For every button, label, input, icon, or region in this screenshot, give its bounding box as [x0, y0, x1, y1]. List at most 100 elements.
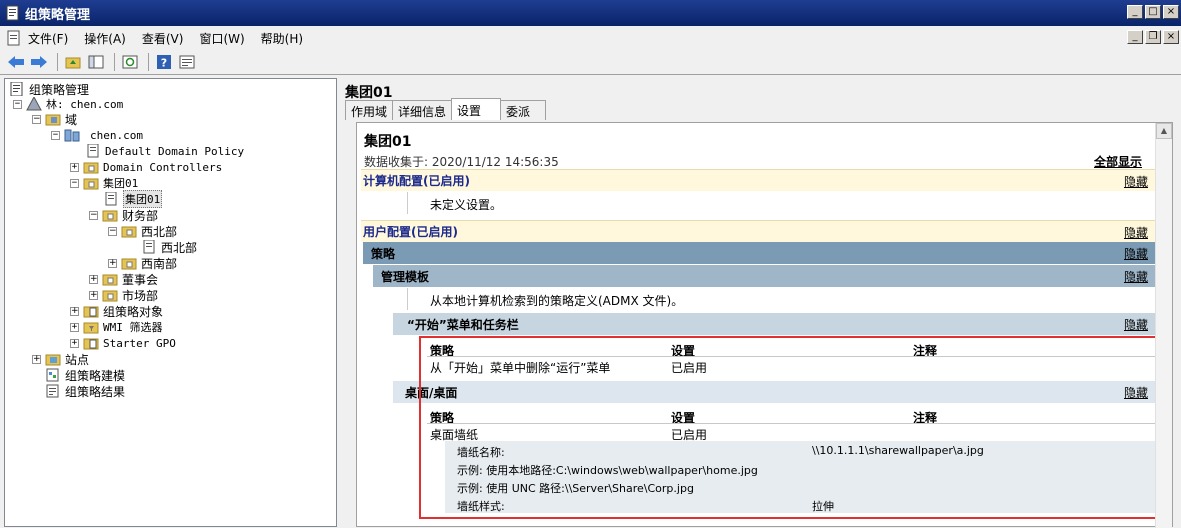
expand-toggle[interactable]: + — [70, 306, 79, 316]
domain-icon — [64, 129, 80, 142]
selected-tree-label: 集团01 — [123, 190, 163, 208]
tree-label: 西北部 — [161, 240, 198, 255]
tree-label: 西北部 — [141, 224, 178, 239]
tree-item-finance[interactable]: − 财务部 — [89, 207, 158, 223]
tab-delegation[interactable]: 委派 — [500, 100, 547, 120]
expand-toggle[interactable]: + — [70, 162, 79, 172]
forward-button[interactable] — [29, 53, 49, 71]
tree-item-market[interactable]: + 市场部 — [89, 287, 158, 303]
tab-strip: 作用域 详细信息 设置 委派 — [345, 98, 547, 121]
tree-item-gpmc-root[interactable]: 组策略管理 — [9, 81, 89, 97]
tree-item-domain-chen[interactable]: − chen.com — [51, 127, 143, 143]
tree-item-gp-results[interactable]: 组策略结果 — [45, 383, 125, 399]
tree-item-domain-controllers[interactable]: + Domain Controllers — [70, 159, 222, 175]
tree-label: Domain Controllers — [103, 160, 223, 174]
tree-item-default-domain-policy[interactable]: Default Domain Policy — [85, 143, 244, 159]
tree-label: 林: chen.com — [46, 98, 124, 111]
tree-label: Starter GPO — [103, 336, 176, 350]
tree-label: 组策略结果 — [65, 384, 126, 399]
admin-templates-header[interactable]: 管理模板 隐藏 — [373, 265, 1156, 287]
report-title: 集团01 — [364, 134, 412, 150]
collapse-toggle[interactable]: − — [108, 226, 117, 236]
domains-folder-icon — [45, 114, 61, 126]
tree-item-sites[interactable]: + 站点 — [32, 351, 89, 367]
vertical-scrollbar[interactable]: ▲ — [1155, 123, 1172, 528]
ou-folder-icon — [83, 178, 99, 190]
back-button[interactable] — [6, 53, 26, 71]
collapse-toggle[interactable]: − — [13, 99, 22, 109]
refresh-button[interactable] — [120, 53, 140, 71]
up-folder-button[interactable] — [63, 53, 83, 71]
computer-config-header[interactable]: 计算机配置(已启用) 隐藏 — [361, 169, 1156, 191]
maximize-button[interactable]: □ — [1145, 5, 1161, 19]
tree-label: 站点 — [65, 352, 90, 367]
gpo-link-icon — [143, 240, 155, 254]
collapse-toggle[interactable]: − — [51, 130, 60, 140]
collapse-toggle[interactable]: − — [89, 210, 98, 220]
collapse-toggle[interactable]: − — [70, 178, 79, 188]
mdi-restore-button[interactable]: ❐ — [1145, 30, 1161, 44]
scroll-up-arrow-icon[interactable]: ▲ — [1156, 123, 1172, 139]
expand-toggle[interactable]: + — [89, 274, 98, 284]
hide-link[interactable]: 隐藏 — [1124, 173, 1148, 190]
expand-toggle[interactable]: + — [89, 290, 98, 300]
tree-item-group01-gpo[interactable]: 集团01 — [103, 190, 163, 208]
menu-action[interactable]: 操作(A) — [84, 30, 126, 47]
ou-folder-icon — [102, 210, 118, 222]
expand-toggle[interactable]: + — [108, 258, 117, 268]
ou-folder-icon — [83, 162, 99, 174]
tree-item-gp-modeling[interactable]: 组策略建模 — [45, 367, 125, 383]
minimize-button[interactable]: _ — [1127, 5, 1143, 19]
expand-toggle[interactable]: + — [70, 322, 79, 332]
refresh-icon — [122, 55, 138, 69]
tree-item-northwest-gpo[interactable]: 西北部 — [141, 239, 197, 255]
hide-link[interactable]: 隐藏 — [1124, 224, 1148, 241]
tree-item-domains[interactable]: − 域 — [32, 111, 77, 127]
policies-header[interactable]: 策略 隐藏 — [363, 242, 1156, 264]
tree-item-southwest[interactable]: + 西南部 — [108, 255, 177, 271]
menu-view[interactable]: 查看(V) — [142, 30, 184, 47]
tab-details[interactable]: 详细信息 — [392, 100, 453, 120]
menu-help[interactable]: 帮助(H) — [261, 30, 303, 47]
hide-link[interactable]: 隐藏 — [1124, 316, 1148, 333]
expand-toggle[interactable]: + — [32, 354, 41, 364]
tree-label: 组策略建模 — [65, 368, 126, 383]
console-tree[interactable]: 组策略管理 − 林: chen.com − 域 − chen.com Defau… — [4, 78, 337, 527]
gpo-link-icon — [87, 144, 99, 158]
window-title: 组策略管理 — [25, 7, 91, 23]
pane-title: 集团01 — [345, 85, 393, 101]
indent-line — [407, 288, 408, 310]
hide-link[interactable]: 隐藏 — [1124, 245, 1148, 262]
expand-toggle[interactable]: + — [70, 338, 79, 348]
show-all-link[interactable]: 全部显示 — [1094, 153, 1142, 170]
user-config-header[interactable]: 用户配置(已启用) 隐藏 — [361, 220, 1156, 242]
tree-item-starter-gpo[interactable]: + Starter GPO — [70, 335, 176, 351]
mdi-minimize-button[interactable]: _ — [1127, 30, 1143, 44]
menu-window[interactable]: 窗口(W) — [199, 30, 244, 47]
section-title: 用户配置(已启用) — [363, 225, 458, 239]
document-icon[interactable] — [6, 30, 22, 46]
back-arrow-icon — [8, 56, 24, 68]
gpo-link-icon — [105, 192, 117, 206]
show-hide-tree-button[interactable] — [86, 53, 106, 71]
tree-item-board[interactable]: + 董事会 — [89, 271, 158, 287]
collapse-toggle[interactable]: − — [32, 114, 41, 124]
mdi-close-button[interactable]: × — [1163, 30, 1179, 44]
sites-icon — [45, 354, 61, 366]
menu-file[interactable]: 文件(F) — [28, 30, 68, 47]
tab-settings[interactable]: 设置 — [451, 98, 502, 120]
start-menu-header[interactable]: “开始”菜单和任务栏 隐藏 — [393, 313, 1156, 335]
tree-item-group01[interactable]: − 集团01 — [70, 175, 138, 191]
tree-item-gpo-objects[interactable]: + 组策略对象 — [70, 303, 163, 319]
settings-report[interactable]: 集团01 数据收集于: 2020/11/12 14:56:35 全部显示 计算机… — [356, 122, 1173, 528]
tree-item-wmi-filters[interactable]: + WMI 筛选器 — [70, 319, 163, 335]
tree-item-northwest[interactable]: − 西北部 — [108, 223, 177, 239]
help-button[interactable]: ? — [154, 53, 174, 71]
properties-button[interactable] — [177, 53, 197, 71]
tree-label: 财务部 — [122, 208, 159, 223]
properties-icon — [179, 55, 195, 69]
hide-link[interactable]: 隐藏 — [1124, 268, 1148, 285]
tab-scope[interactable]: 作用域 — [345, 100, 394, 120]
close-button[interactable]: × — [1163, 5, 1179, 19]
menu-bar: 文件(F) 操作(A) 查看(V) 窗口(W) 帮助(H) _ ❐ × — [0, 26, 1181, 50]
